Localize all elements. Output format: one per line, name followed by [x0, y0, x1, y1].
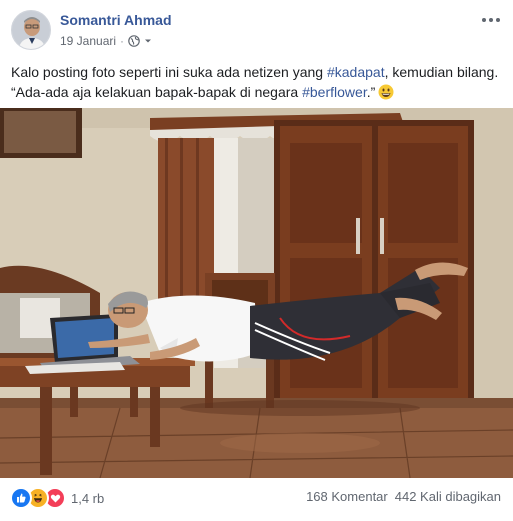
author-name[interactable]: Somantri Ahmad [60, 12, 172, 28]
post-date[interactable]: 19 Januari [60, 34, 116, 48]
post-text-line-1: Kalo posting foto seperti ini suka ada n… [11, 62, 507, 82]
post-photo[interactable] [0, 108, 513, 478]
text-segment: .” [366, 84, 376, 100]
reaction-summary[interactable]: 1,4 rb [10, 487, 104, 509]
author-avatar[interactable] [11, 10, 51, 50]
post-footer: 1,4 rb 168 Komentar 442 Kali dibagikan [0, 478, 513, 521]
post-header: Somantri Ahmad 19 Januari · [0, 0, 513, 60]
more-options-icon[interactable] [479, 12, 503, 28]
post-text: Kalo posting foto seperti ini suka ada n… [11, 62, 507, 102]
text-segment: “Ada-ada aja kelakuan bapak-bapak di neg… [11, 84, 303, 100]
comments-count-link[interactable]: 168 Komentar [306, 489, 388, 504]
like-reaction-icon [10, 487, 32, 509]
shares-count-link[interactable]: 442 Kali dibagikan [395, 489, 501, 504]
grinning-face-emoji [378, 84, 394, 100]
post-meta: 19 Januari · [60, 34, 152, 48]
text-segment: Kalo posting foto seperti ini suka ada n… [11, 64, 327, 80]
facebook-post: Somantri Ahmad 19 Januari · Kalo posting… [0, 0, 513, 521]
privacy-dropdown-icon[interactable] [144, 37, 152, 45]
globe-icon [128, 35, 140, 47]
engagement-stats: 168 Komentar 442 Kali dibagikan [306, 489, 501, 504]
reaction-count[interactable]: 1,4 rb [71, 491, 104, 506]
meta-separator: · [120, 34, 125, 48]
text-segment: , kemudian bilang. [384, 64, 499, 80]
post-text-line-2: “Ada-ada aja kelakuan bapak-bapak di neg… [11, 82, 507, 102]
hashtag-kadapat[interactable]: #kadapat [327, 64, 385, 80]
hashtag-berflower[interactable]: #berflower [302, 84, 367, 100]
